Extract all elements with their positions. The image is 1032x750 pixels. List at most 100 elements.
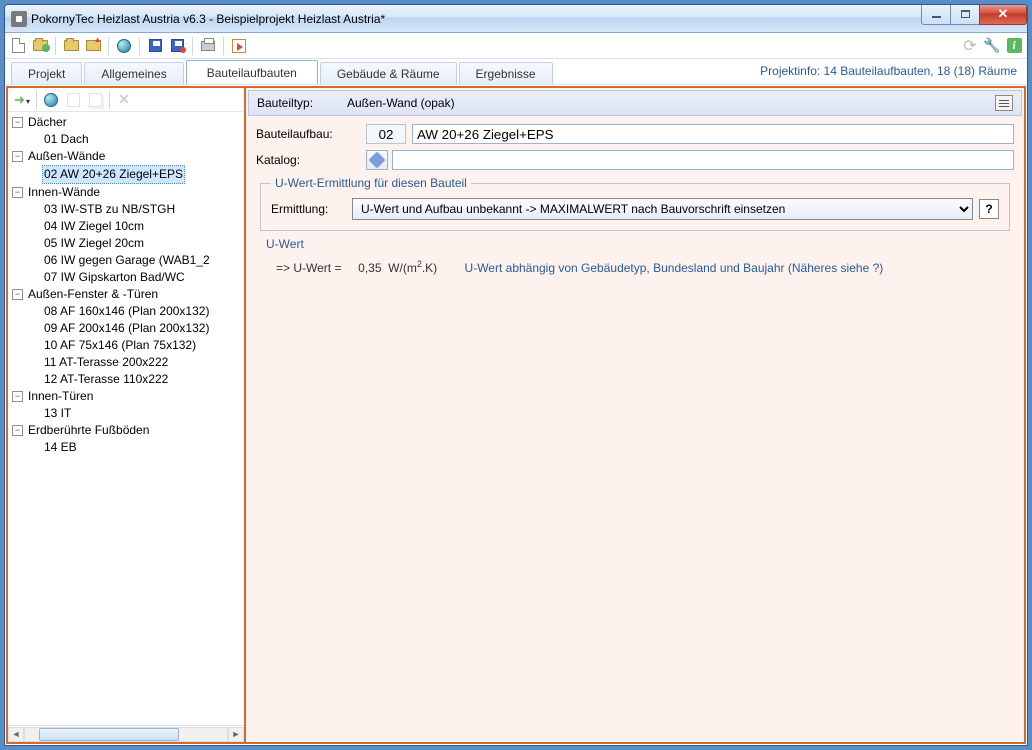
title-bar: PokornyTec Heizlast Austria v6.3 - Beisp… [5, 5, 1027, 33]
collapse-icon[interactable]: − [12, 425, 23, 436]
catalog-icon [369, 152, 386, 169]
bauteilaufbau-name-input[interactable] [412, 124, 1014, 144]
scroll-thumb[interactable] [39, 728, 179, 741]
collapse-icon[interactable]: − [12, 187, 23, 198]
print-icon [201, 41, 215, 51]
detail-menu-button[interactable] [995, 95, 1013, 111]
collapse-icon[interactable]: − [12, 289, 23, 300]
uwert-block: U-Wert => U-Wert = 0,35 W/(m2.K) U-Wert … [262, 237, 1008, 275]
scroll-right-button[interactable]: ► [228, 727, 244, 742]
save-button[interactable] [146, 37, 164, 55]
tree-item[interactable]: 06 IW gegen Garage (WAB1_2 [28, 252, 244, 269]
tree-item[interactable]: 11 AT-Terasse 200x222 [28, 354, 244, 371]
help-button[interactable]: ? [979, 199, 999, 219]
tree-globe-button[interactable] [41, 90, 61, 110]
open-folder-button[interactable] [62, 37, 80, 55]
ermittlung-label: Ermittlung: [271, 202, 346, 216]
info-button[interactable]: i [1005, 37, 1023, 55]
copy-icon [89, 93, 102, 107]
tree-item[interactable]: 07 IW Gipskarton Bad/WC [28, 269, 244, 286]
tree-group-daecher[interactable]: −Dächer 01 Dach [12, 114, 244, 148]
collapse-icon[interactable]: − [12, 151, 23, 162]
globe-icon [117, 39, 131, 53]
tree-item[interactable]: 13 IT [28, 405, 244, 422]
tab-allgemeines[interactable]: Allgemeines [84, 62, 183, 84]
globe-button[interactable] [115, 37, 133, 55]
uwert-value: 0,35 [358, 261, 381, 275]
save-icon [149, 39, 162, 52]
tree-item[interactable]: 08 AF 160x146 (Plan 200x132) [28, 303, 244, 320]
uwert-ermittlung-legend: U-Wert-Ermittlung für diesen Bauteil [271, 176, 471, 190]
tree-item[interactable]: 05 IW Ziegel 20cm [28, 235, 244, 252]
tree-item[interactable]: 04 IW Ziegel 10cm [28, 218, 244, 235]
toolbar-separator [139, 37, 140, 55]
toolbar-separator [109, 91, 110, 109]
bauteilaufbau-number-input[interactable] [366, 124, 406, 144]
tree-group-innenwaende[interactable]: −Innen-Wände 03 IW-STB zu NB/STGH 04 IW … [12, 184, 244, 286]
project-info-label: Projektinfo: 14 Bauteilaufbauten, 18 (18… [760, 64, 1017, 78]
tab-bauteilaufbauten[interactable]: Bauteilaufbauten [186, 60, 318, 84]
tree-group-aussenwaende[interactable]: −Außen-Wände 02 AW 20+26 Ziegel+EPS [12, 148, 244, 184]
save-as-icon [171, 39, 184, 52]
katalog-input[interactable] [392, 150, 1014, 170]
scroll-track[interactable] [24, 727, 228, 742]
tab-gebaeude-raeume[interactable]: Gebäude & Räume [320, 62, 457, 84]
tree-item[interactable]: 10 AF 75x146 (Plan 75x132) [28, 337, 244, 354]
bauteiltyp-value: Außen-Wand (opak) [347, 96, 995, 110]
open-file-icon [33, 40, 48, 51]
tab-projekt[interactable]: Projekt [11, 62, 82, 84]
uwert-title: U-Wert [266, 237, 1008, 251]
ermittlung-select[interactable]: U-Wert und Aufbau unbekannt -> MAXIMALWE… [352, 198, 973, 220]
save-as-button[interactable] [168, 37, 186, 55]
tree-horizontal-scrollbar[interactable]: ◄ ► [8, 725, 244, 742]
folder-icon [64, 40, 79, 51]
tree-toolbar: ➜ ✕ [8, 88, 244, 112]
new-file-button[interactable] [9, 37, 27, 55]
wrench-icon: 🔧 [983, 37, 1000, 54]
tree-group-erdboden[interactable]: −Erdberührte Fußböden 14 EB [12, 422, 244, 456]
tree-item[interactable]: 14 EB [28, 439, 244, 456]
tree-item[interactable]: 02 AW 20+26 Ziegel+EPS [28, 165, 244, 184]
minimize-button[interactable] [921, 5, 951, 25]
tree-group-aussenfenster[interactable]: −Außen-Fenster & -Türen 08 AF 160x146 (P… [12, 286, 244, 388]
toolbar-separator [36, 91, 37, 109]
folder-up-button[interactable] [84, 37, 102, 55]
tree-copy-button[interactable] [85, 90, 105, 110]
refresh-icon: ⟳ [963, 36, 976, 56]
tree-item[interactable]: 01 Dach [28, 131, 244, 148]
tree-add-button[interactable]: ➜ [12, 90, 32, 110]
detail-header: Bauteiltyp: Außen-Wand (opak) [248, 90, 1022, 116]
tree-item[interactable]: 03 IW-STB zu NB/STGH [28, 201, 244, 218]
tab-ergebnisse[interactable]: Ergebnisse [459, 62, 553, 84]
collapse-icon[interactable]: − [12, 117, 23, 128]
window-buttons: ✕ [922, 5, 1027, 25]
component-tree[interactable]: −Dächer 01 Dach −Außen-Wände 02 AW 20+26… [8, 112, 244, 725]
tree-new-button[interactable] [63, 90, 83, 110]
collapse-icon[interactable]: − [12, 391, 23, 402]
exit-button[interactable] [230, 37, 248, 55]
scroll-left-button[interactable]: ◄ [8, 727, 24, 742]
toolbar-separator [108, 37, 109, 55]
katalog-browse-button[interactable] [366, 150, 388, 170]
toolbar-separator [55, 37, 56, 55]
toolbar-separator [223, 37, 224, 55]
tree-group-innentueren[interactable]: −Innen-Türen 13 IT [12, 388, 244, 422]
maximize-button[interactable] [950, 5, 980, 25]
tree-delete-button[interactable]: ✕ [114, 90, 134, 110]
globe-icon [44, 93, 58, 107]
open-file-button[interactable] [31, 37, 49, 55]
new-file-icon [12, 38, 25, 53]
arrow-down-icon: ➜ [14, 92, 30, 108]
close-button[interactable]: ✕ [979, 5, 1027, 25]
settings-button[interactable]: 🔧 [983, 37, 1001, 55]
app-window: PokornyTec Heizlast Austria v6.3 - Beisp… [4, 4, 1028, 746]
tree-item[interactable]: 12 AT-Terasse 110x222 [28, 371, 244, 388]
tree-item[interactable]: 09 AF 200x146 (Plan 200x132) [28, 320, 244, 337]
new-doc-icon [67, 93, 80, 107]
refresh-button[interactable]: ⟳ [961, 37, 979, 55]
uwert-ermittlung-group: U-Wert-Ermittlung für diesen Bauteil Erm… [260, 176, 1010, 231]
detail-form: Bauteilaufbau: Katalog: U-Wert-Ermittlun… [246, 116, 1024, 287]
print-button[interactable] [199, 37, 217, 55]
folder-up-icon [86, 40, 101, 51]
uwert-note: U-Wert abhängig von Gebäudetyp, Bundesla… [465, 261, 884, 275]
